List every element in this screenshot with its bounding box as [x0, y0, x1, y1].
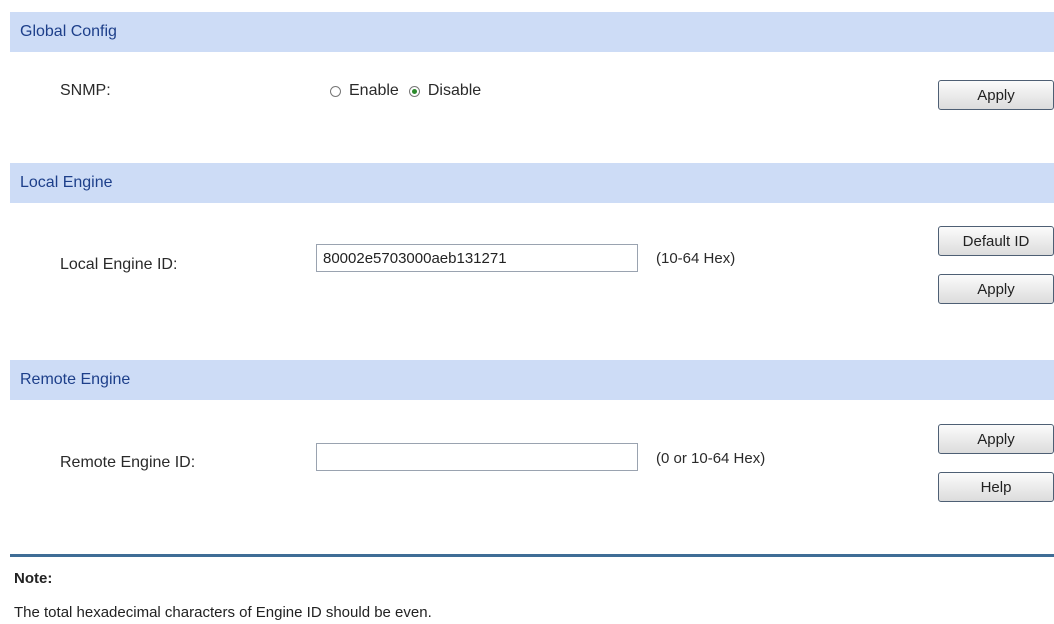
remote-engine-id-hint: (0 or 10-64 Hex)	[656, 450, 766, 467]
help-button[interactable]: Help	[938, 472, 1054, 502]
remote-apply-button[interactable]: Apply	[938, 424, 1054, 454]
local-apply-button[interactable]: Apply	[938, 274, 1054, 304]
remote-engine-id-input[interactable]	[316, 443, 638, 471]
local-engine-id-label: Local Engine ID:	[60, 256, 178, 273]
snmp-label: SNMP:	[60, 82, 111, 99]
remote-engine-header: Remote Engine	[10, 360, 1054, 400]
remote-engine-title: Remote Engine	[20, 371, 131, 388]
default-id-button[interactable]: Default ID	[938, 226, 1054, 256]
local-engine-title: Local Engine	[20, 174, 113, 191]
snmp-radio-group: Enable Disable	[330, 80, 491, 102]
remote-engine-id-label: Remote Engine ID:	[60, 454, 196, 471]
global-config-header: Global Config	[10, 12, 1054, 52]
global-apply-button[interactable]: Apply	[938, 80, 1054, 110]
global-config-title: Global Config	[20, 23, 117, 40]
snmp-enable-label[interactable]: Enable	[349, 82, 399, 100]
note-text: The total hexadecimal characters of Engi…	[14, 604, 432, 621]
note-divider	[10, 554, 1054, 557]
local-engine-id-hint: (10-64 Hex)	[656, 250, 736, 267]
note-title: Note:	[14, 570, 53, 587]
snmp-disable-radio[interactable]	[408, 85, 420, 97]
local-engine-header: Local Engine	[10, 163, 1054, 203]
local-engine-id-input[interactable]	[316, 244, 638, 272]
snmp-disable-label[interactable]: Disable	[428, 82, 481, 100]
snmp-enable-radio[interactable]	[330, 85, 341, 97]
